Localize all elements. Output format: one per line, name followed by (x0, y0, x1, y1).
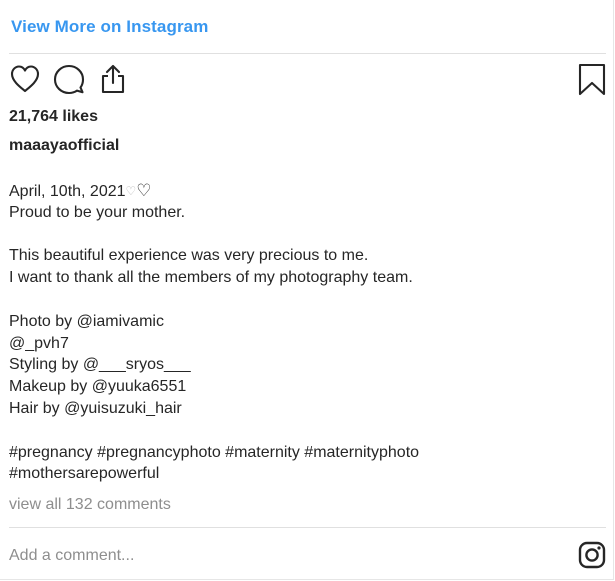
credit-mention: @_pvh7 (9, 334, 69, 352)
heart-outline-icon[interactable] (9, 63, 41, 95)
credit-hair: Hair by @yuisuzuki_hair (9, 399, 182, 417)
header-divider (9, 53, 606, 54)
instagram-logo-icon[interactable] (578, 541, 606, 574)
add-comment-field[interactable]: Add a comment... (9, 547, 134, 565)
hashtags-line: #mothersarepowerful (9, 465, 160, 483)
footer-divider (9, 527, 606, 528)
likes-count[interactable]: 21,764 likes (9, 108, 98, 126)
caption-date: April, 10th, 2021 (9, 183, 126, 200)
post-caption: April, 10th, 2021♡♡ Proud to be your mot… (9, 180, 599, 485)
credit-styling: Styling by @___sryos___ (9, 356, 191, 374)
hashtags-line: #pregnancy #pregnancyphoto #maternity #m… (9, 443, 420, 461)
caption-date-line: April, 10th, 2021♡♡ (9, 180, 599, 202)
comment-bubble-icon[interactable] (53, 63, 85, 95)
heart-emoji-icon: ♡ (136, 181, 152, 200)
caption-line: Proud to be your mother. (9, 203, 186, 221)
action-bar (0, 63, 615, 99)
faint-heart-icon: ♡ (125, 184, 137, 198)
credit-makeup: Makeup by @yuuka6551 (9, 378, 187, 396)
view-more-link[interactable]: View More on Instagram (11, 17, 208, 37)
caption-line: I want to thank all the members of my ph… (9, 269, 413, 287)
bookmark-icon[interactable] (577, 63, 607, 97)
caption-line: This beautiful experience was very preci… (9, 247, 369, 265)
share-upload-icon[interactable] (97, 63, 129, 95)
credit-photo: Photo by @iamivamic (9, 312, 164, 330)
post-username[interactable]: maaayaofficial (9, 137, 119, 155)
view-all-comments-link[interactable]: view all 132 comments (9, 496, 171, 514)
